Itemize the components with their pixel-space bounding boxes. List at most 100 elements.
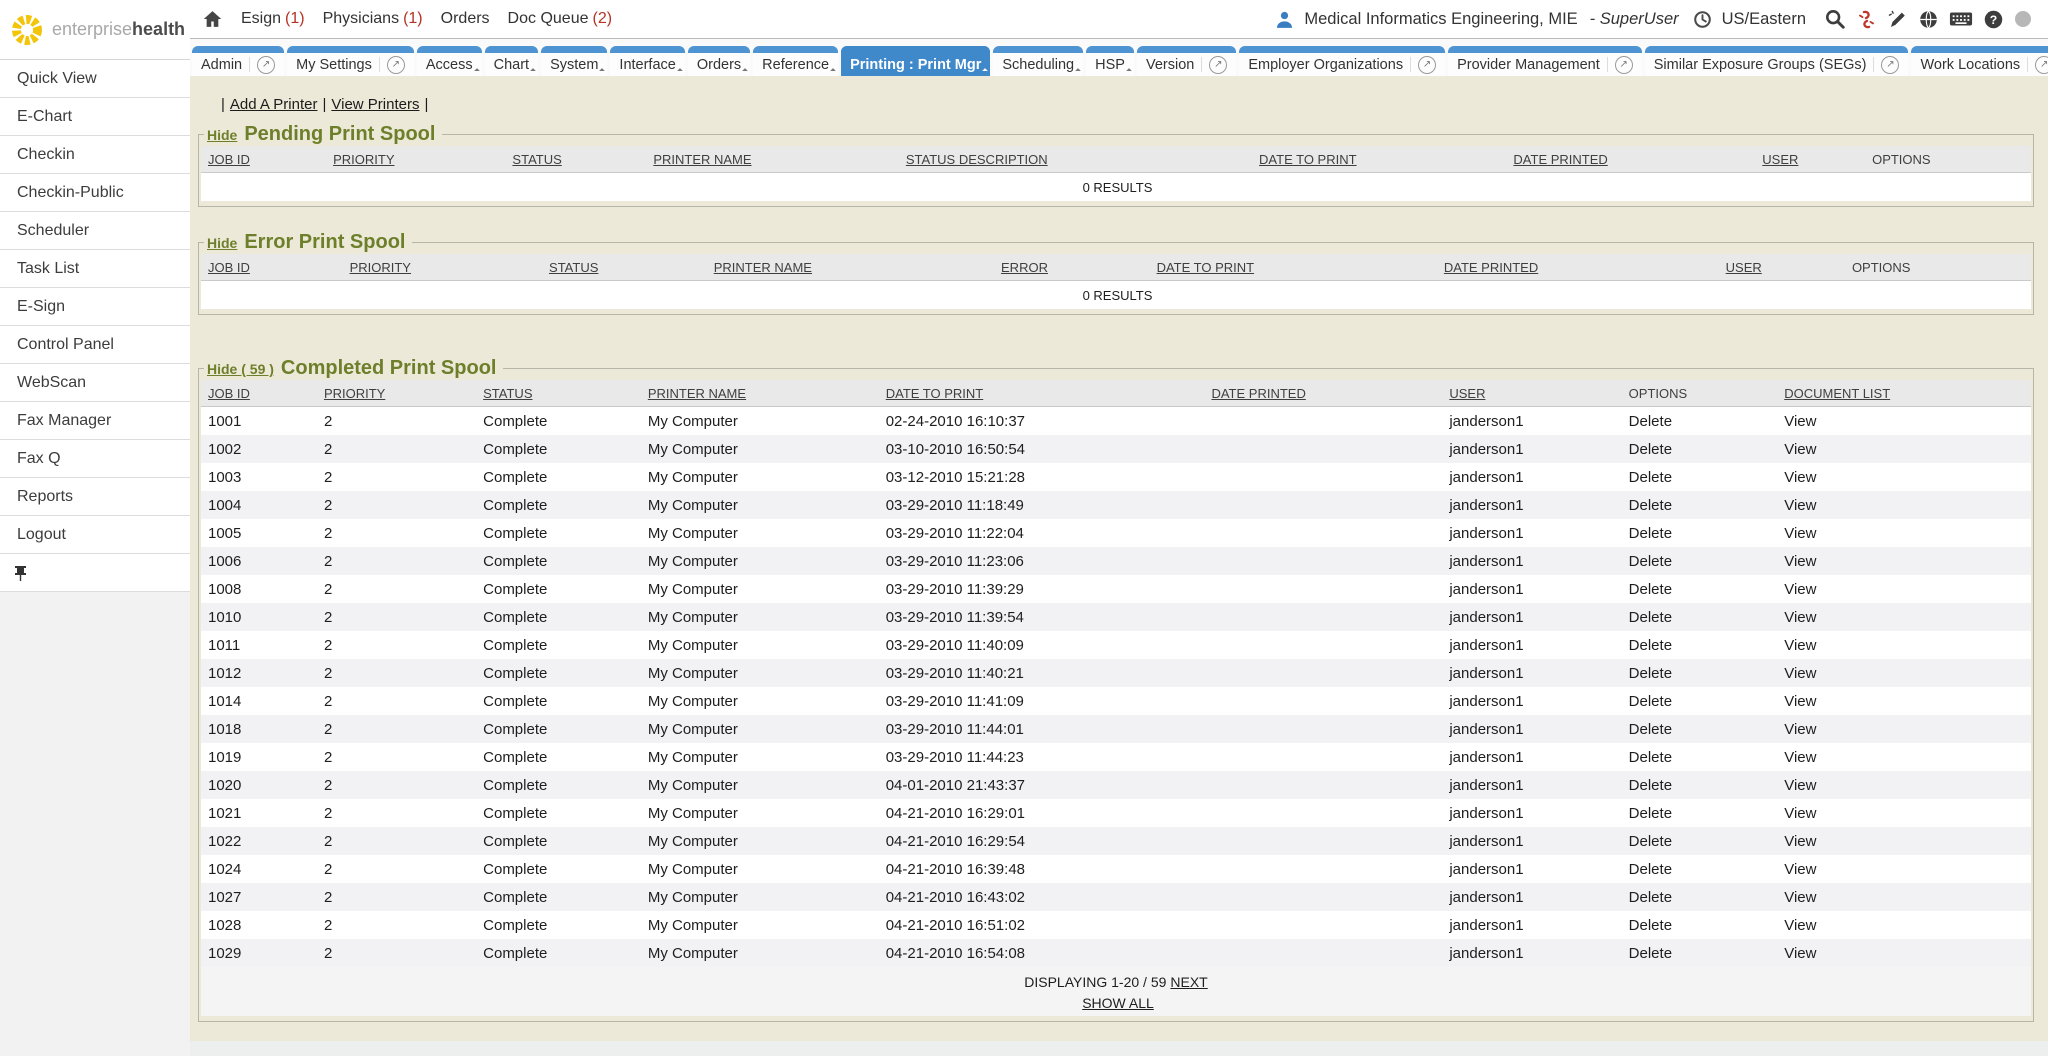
next-link[interactable]: NEXT: [1170, 974, 1207, 990]
tab-chart[interactable]: Chart: [485, 46, 538, 76]
view-link[interactable]: View: [1784, 889, 1816, 906]
col-header-job-id[interactable]: JOB ID: [208, 260, 250, 275]
delete-link[interactable]: Delete: [1629, 609, 1672, 626]
error-hide-link[interactable]: Hide: [207, 235, 237, 251]
nav-doc-queue[interactable]: Doc Queue(2): [508, 10, 613, 28]
sidebar-item-webscan[interactable]: WebScan: [0, 364, 190, 402]
col-header-error[interactable]: ERROR: [1001, 260, 1048, 275]
external-link-icon[interactable]: ↗: [257, 56, 275, 74]
delete-link[interactable]: Delete: [1629, 917, 1672, 934]
sidebar-item-control-panel[interactable]: Control Panel: [0, 326, 190, 364]
sidebar-item-e-sign[interactable]: E-Sign: [0, 288, 190, 326]
view-link[interactable]: View: [1784, 581, 1816, 598]
col-header-printer-name[interactable]: PRINTER NAME: [714, 260, 812, 275]
tab-reference[interactable]: Reference: [753, 46, 838, 76]
view-link[interactable]: View: [1784, 721, 1816, 738]
tab-scheduling[interactable]: Scheduling: [993, 46, 1083, 76]
col-header-priority[interactable]: PRIORITY: [350, 260, 411, 275]
broken-link-icon[interactable]: [1856, 9, 1877, 30]
delete-link[interactable]: Delete: [1629, 721, 1672, 738]
tab-provider-management[interactable]: Provider Management↗: [1448, 46, 1642, 76]
delete-link[interactable]: Delete: [1629, 665, 1672, 682]
external-link-icon[interactable]: ↗: [387, 56, 405, 74]
col-header-status-description[interactable]: STATUS DESCRIPTION: [906, 152, 1048, 167]
col-header-document-list[interactable]: DOCUMENT LIST: [1784, 386, 1890, 401]
delete-link[interactable]: Delete: [1629, 413, 1672, 430]
view-link[interactable]: View: [1784, 693, 1816, 710]
nav-esign[interactable]: Esign(1): [241, 10, 305, 28]
col-header-printer-name[interactable]: PRINTER NAME: [648, 386, 746, 401]
tab-work-locations[interactable]: Work Locations↗: [1911, 46, 2048, 76]
external-link-icon[interactable]: ↗: [1615, 56, 1633, 74]
globe-icon[interactable]: [1918, 9, 1939, 30]
delete-link[interactable]: Delete: [1629, 525, 1672, 542]
view-link[interactable]: View: [1784, 833, 1816, 850]
col-header-date-to-print[interactable]: DATE TO PRINT: [886, 386, 984, 401]
view-link[interactable]: View: [1784, 497, 1816, 514]
completed-hide-link[interactable]: Hide ( 59 ): [207, 361, 274, 377]
view-link[interactable]: View: [1784, 861, 1816, 878]
sidebar-item-fax-manager[interactable]: Fax Manager: [0, 402, 190, 440]
sidebar-item-quick-view[interactable]: Quick View: [0, 60, 190, 98]
delete-link[interactable]: Delete: [1629, 469, 1672, 486]
col-header-date-printed[interactable]: DATE PRINTED: [1444, 260, 1538, 275]
delete-link[interactable]: Delete: [1629, 833, 1672, 850]
tab-employer-organizations[interactable]: Employer Organizations↗: [1239, 46, 1445, 76]
delete-link[interactable]: Delete: [1629, 637, 1672, 654]
external-link-icon[interactable]: ↗: [1418, 56, 1436, 74]
delete-link[interactable]: Delete: [1629, 777, 1672, 794]
pen-icon[interactable]: [1887, 9, 1908, 30]
delete-link[interactable]: Delete: [1629, 861, 1672, 878]
external-link-icon[interactable]: ↗: [1209, 56, 1227, 74]
tab-system[interactable]: System: [541, 46, 607, 76]
col-header-priority[interactable]: PRIORITY: [324, 386, 385, 401]
nav-orders[interactable]: Orders: [441, 10, 490, 28]
delete-link[interactable]: Delete: [1629, 693, 1672, 710]
col-header-date-to-print[interactable]: DATE TO PRINT: [1259, 152, 1357, 167]
tab-interface[interactable]: Interface: [610, 46, 684, 76]
col-header-user[interactable]: USER: [1762, 152, 1798, 167]
delete-link[interactable]: Delete: [1629, 945, 1672, 962]
delete-link[interactable]: Delete: [1629, 805, 1672, 822]
view-link[interactable]: View: [1784, 777, 1816, 794]
col-header-date-to-print[interactable]: DATE TO PRINT: [1157, 260, 1255, 275]
sidebar-item-logout[interactable]: Logout: [0, 516, 190, 554]
delete-link[interactable]: Delete: [1629, 553, 1672, 570]
col-header-date-printed[interactable]: DATE PRINTED: [1211, 386, 1305, 401]
tab-version[interactable]: Version↗: [1137, 46, 1236, 76]
col-header-printer-name[interactable]: PRINTER NAME: [653, 152, 751, 167]
view-link[interactable]: View: [1784, 469, 1816, 486]
home-icon[interactable]: [202, 9, 223, 29]
col-header-user[interactable]: USER: [1449, 386, 1485, 401]
tab-admin[interactable]: Admin↗: [192, 46, 284, 76]
col-header-status[interactable]: STATUS: [483, 386, 532, 401]
show-all-link[interactable]: SHOW ALL: [1082, 995, 1154, 1011]
view-link[interactable]: View: [1784, 917, 1816, 934]
col-header-status[interactable]: STATUS: [512, 152, 561, 167]
view-link[interactable]: View: [1784, 665, 1816, 682]
view-link[interactable]: View: [1784, 945, 1816, 962]
sidebar-item-reports[interactable]: Reports: [0, 478, 190, 516]
delete-link[interactable]: Delete: [1629, 581, 1672, 598]
sidebar-item-task-list[interactable]: Task List: [0, 250, 190, 288]
search-icon[interactable]: [1824, 8, 1846, 30]
tab-hsp[interactable]: HSP: [1086, 46, 1134, 76]
col-header-job-id[interactable]: JOB ID: [208, 386, 250, 401]
delete-link[interactable]: Delete: [1629, 749, 1672, 766]
pending-hide-link[interactable]: Hide: [207, 127, 237, 143]
tab-orders[interactable]: Orders: [688, 46, 750, 76]
nav-physicians[interactable]: Physicians(1): [323, 10, 423, 28]
delete-link[interactable]: Delete: [1629, 441, 1672, 458]
view-link[interactable]: View: [1784, 525, 1816, 542]
view-link[interactable]: View: [1784, 805, 1816, 822]
sidebar-item-checkin-public[interactable]: Checkin-Public: [0, 174, 190, 212]
view-link[interactable]: View: [1784, 441, 1816, 458]
col-header-status[interactable]: STATUS: [549, 260, 598, 275]
view-printers-link[interactable]: View Printers: [331, 96, 419, 113]
view-link[interactable]: View: [1784, 609, 1816, 626]
keyboard-icon[interactable]: [1949, 9, 1973, 29]
view-link[interactable]: View: [1784, 413, 1816, 430]
tab-similar-exposure-groups-segs[interactable]: Similar Exposure Groups (SEGs)↗: [1645, 46, 1909, 76]
view-link[interactable]: View: [1784, 553, 1816, 570]
tab-access[interactable]: Access: [417, 46, 482, 76]
